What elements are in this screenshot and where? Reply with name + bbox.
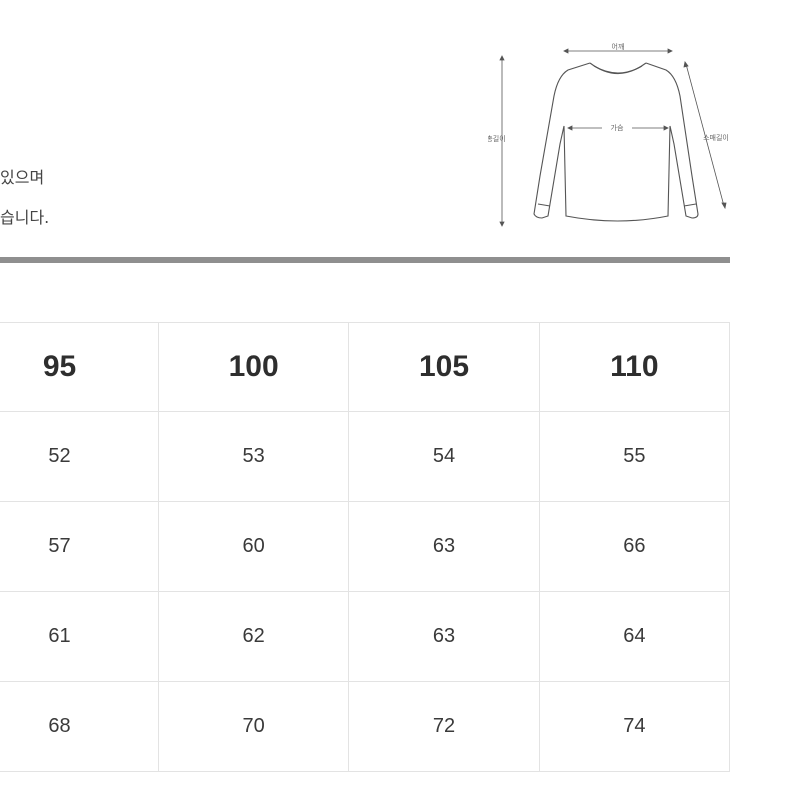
table-cell: 55 <box>538 411 731 502</box>
table-cell: 63 <box>348 501 540 592</box>
table-cell: 57 <box>0 501 159 592</box>
size-header-cell: 105 <box>348 322 540 412</box>
length-label: 총길이 <box>488 134 506 143</box>
table-cell: 63 <box>348 591 540 682</box>
table-cell: 54 <box>348 411 540 502</box>
table-cell: 74 <box>538 681 731 772</box>
table-cell: 64 <box>538 591 731 682</box>
table-row: 57 60 63 66 <box>0 501 731 592</box>
size-note-line-2: 습니다. <box>0 208 50 227</box>
table-cell: 53 <box>157 411 350 502</box>
size-header-cell: 95 <box>0 322 159 412</box>
garment-measurement-diagram: 어깨 총길이 소매길이 가슴 <box>488 42 728 227</box>
table-row: 68 70 72 74 <box>0 681 731 772</box>
shirt-outline <box>533 62 699 222</box>
size-table: 95 100 105 110 52 53 54 55 57 60 63 66 6… <box>0 322 731 772</box>
table-cell: 66 <box>538 501 731 592</box>
table-row: 61 62 63 64 <box>0 591 731 682</box>
size-note-line-1: 있으며 <box>0 168 45 187</box>
table-cell: 68 <box>0 681 159 772</box>
chest-label: 가슴 <box>611 123 624 132</box>
table-cell: 70 <box>157 681 350 772</box>
table-cell: 61 <box>0 591 159 682</box>
table-cell: 72 <box>348 681 540 772</box>
table-row: 52 53 54 55 <box>0 411 731 502</box>
table-cell: 60 <box>157 501 350 592</box>
shoulder-label: 어깨 <box>612 42 625 51</box>
sleeve-label: 소매길이 <box>703 133 728 142</box>
section-divider <box>0 257 730 263</box>
table-cell: 52 <box>0 411 159 502</box>
size-header-cell: 110 <box>538 322 731 412</box>
size-header-cell: 100 <box>157 322 350 412</box>
table-cell: 62 <box>157 591 350 682</box>
size-header-row: 95 100 105 110 <box>0 322 731 412</box>
